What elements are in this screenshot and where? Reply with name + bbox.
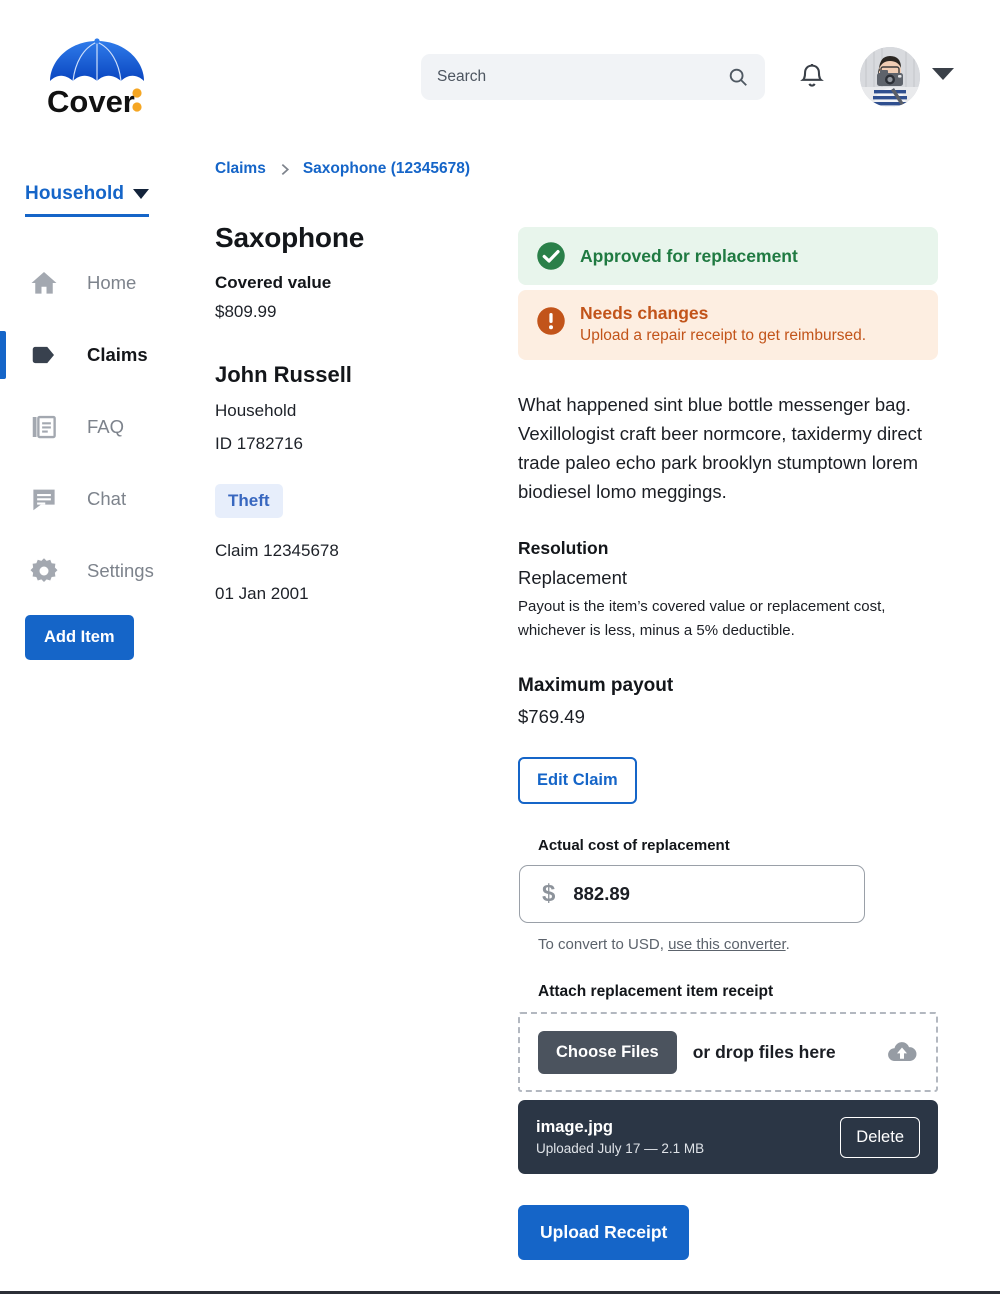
edit-claim-button[interactable]: Edit Claim [518,757,637,804]
sidebar-item-label: Chat [87,488,127,509]
sidebar-item-label: Claims [87,344,148,365]
cost-input[interactable] [573,883,842,905]
chevron-down-icon [133,189,150,199]
owner-plan: Household [215,401,297,420]
sidebar-item-label: Home [87,272,137,293]
user-avatar[interactable] [860,47,920,107]
svg-text:Cover: Cover [47,84,135,118]
status-banner-needs-changes: Needs changes Upload a repair receipt to… [518,290,938,360]
drop-files-text: or drop files here [692,1041,836,1062]
converter-link[interactable]: use this converter [668,936,786,953]
chevron-right-icon [281,163,289,175]
gear-icon [27,554,61,588]
avatar-photo [860,47,920,107]
search-input[interactable] [437,68,727,86]
max-payout-label: Maximum payout [518,675,674,696]
alert-circle-icon [537,307,565,335]
cost-input-wrapper[interactable]: $ [519,865,865,923]
status-badge: Theft [215,484,283,518]
check-circle-icon [537,242,565,270]
choose-files-button[interactable]: Choose Files [538,1030,677,1074]
breadcrumb-link-claims[interactable]: Claims [215,160,266,178]
currency-symbol: $ [542,880,556,907]
search-box[interactable] [421,54,765,100]
claim-date: 01 Jan 2001 [215,584,309,603]
app-header: Cover [0,0,1000,140]
search-icon[interactable] [727,66,749,88]
sidebar-item-claims[interactable]: Claims [0,319,200,391]
converter-note-suffix: . [785,936,790,953]
account-menu-chevron-down-icon[interactable] [932,68,954,80]
cover-logo[interactable]: Cover [45,36,149,118]
sidebar-item-chat[interactable]: Chat [0,463,200,535]
covered-value: $809.99 [215,302,277,321]
documents-icon [27,410,61,444]
file-dropzone[interactable]: Choose Files or drop files here [518,1012,938,1092]
sidebar-item-home[interactable]: Home [0,247,200,319]
sidebar-item-label: FAQ [87,416,125,437]
household-scope-label: Household [25,183,125,204]
sidebar-item-label: Settings [87,560,154,581]
breadcrumb: Claims Saxophone (12345678) [215,160,470,178]
resolution-label: Resolution [518,538,609,558]
attach-receipt-label: Attach replacement item receipt [538,983,774,1000]
status-banner-subtitle: Upload a repair receipt to get reimburse… [580,327,867,344]
file-meta: Uploaded July 17 — 2.1 MB [536,1141,705,1156]
resolution-note: Payout is the item’s covered value or re… [518,598,886,639]
owner-name: John Russell [215,362,352,387]
cloud-upload-icon [888,1042,917,1061]
sidebar-item-faq[interactable]: FAQ [0,391,200,463]
breadcrumb-link-current[interactable]: Saxophone (12345678) [303,160,470,178]
page-title: Saxophone [215,222,365,253]
max-payout-value: $769.49 [518,706,585,727]
resolution-value: Replacement [518,567,628,588]
delete-file-button[interactable]: Delete [840,1116,920,1158]
household-scope-selector[interactable]: Household [25,183,150,217]
chat-bubble-icon [27,482,61,516]
sidebar-nav: Home Claims FAQ Chat Settings [0,247,200,607]
sidebar-item-settings[interactable]: Settings [0,535,200,607]
owner-id: ID 1782716 [215,434,303,453]
status-banner-approved: Approved for replacement [518,227,938,285]
converter-note-prefix: To convert to USD, [538,936,669,953]
notification-bell-icon[interactable] [799,62,825,92]
file-name: image.jpg [536,1118,614,1136]
converter-note: To convert to USD, use this converter. [538,936,938,953]
claim-detail-column: Saxophone Covered value $809.99 John Rus… [215,222,495,604]
status-banner-title: Needs changes [580,303,709,323]
tag-icon [27,338,61,372]
uploaded-file-row: image.jpg Uploaded July 17 — 2.1 MB Dele… [518,1100,938,1174]
home-icon [27,266,61,300]
upload-receipt-button[interactable]: Upload Receipt [518,1205,690,1260]
claim-panel: Approved for replacement Needs changes U… [518,227,938,1260]
cover-logo-umbrella-icon: Cover [47,38,144,118]
add-item-button[interactable]: Add Item [25,615,134,660]
status-banner-title: Approved for replacement [580,245,798,266]
cost-field-label: Actual cost of replacement [538,837,730,854]
claim-description: What happened sint blue bottle messenger… [518,394,923,502]
covered-value-label: Covered value [215,273,332,292]
claim-number: Claim 12345678 [215,541,339,560]
